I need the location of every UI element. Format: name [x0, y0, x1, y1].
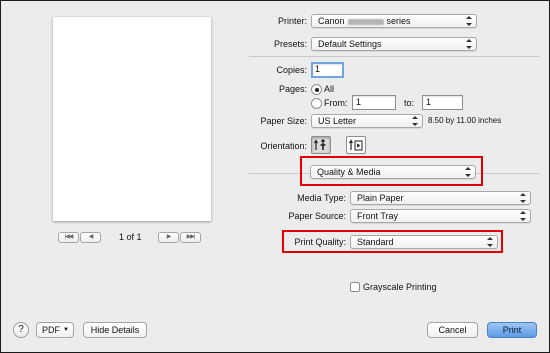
- help-button[interactable]: ?: [13, 322, 29, 338]
- grayscale-label: Grayscale Printing: [363, 282, 437, 292]
- presets-label: Presets:: [273, 39, 307, 49]
- media-type-popup[interactable]: Plain Paper: [350, 191, 531, 205]
- media-type-value: Plain Paper: [357, 193, 404, 203]
- first-page-button[interactable]: |◀◀: [58, 232, 79, 243]
- chevron-updown-icon: [466, 16, 472, 26]
- paper-size-popup[interactable]: US Letter: [311, 114, 423, 128]
- pages-to-field[interactable]: 1: [422, 95, 463, 110]
- section-highlight: [300, 156, 483, 186]
- page-counter: 1 of 1: [119, 232, 142, 242]
- copies-field[interactable]: 1: [311, 62, 344, 78]
- pages-all-label: All: [324, 84, 335, 94]
- printer-name-prefix: Canon: [318, 16, 345, 26]
- media-type-label: Media Type:: [297, 193, 346, 203]
- printer-popup[interactable]: Canon series: [311, 14, 477, 28]
- chevron-down-icon: ▼: [63, 327, 69, 333]
- chevron-updown-icon: [520, 193, 526, 203]
- printer-name-suffix: series: [386, 16, 411, 26]
- grayscale-checkbox[interactable]: [350, 282, 360, 292]
- hide-details-button[interactable]: Hide Details: [83, 322, 147, 338]
- paper-dimensions: 8.50 by 11.00 inches: [428, 116, 502, 125]
- last-page-button[interactable]: ▶▶|: [180, 232, 201, 243]
- orientation-landscape-button[interactable]: [346, 136, 366, 154]
- chevron-updown-icon: [412, 116, 418, 126]
- print-dialog: |◀◀ ◀ 1 of 1 ▶ ▶▶| Printer: Canon series …: [0, 0, 550, 353]
- portrait-icon: [313, 139, 326, 150]
- copies-label: Copies:: [276, 65, 307, 75]
- page-preview: [53, 17, 211, 221]
- paper-source-popup[interactable]: Front Tray: [350, 209, 531, 223]
- pages-from-field[interactable]: 1: [352, 95, 396, 110]
- pages-label: Pages:: [278, 84, 307, 94]
- redacted-model: [347, 18, 384, 25]
- pages-from-label: From:: [324, 98, 348, 108]
- paper-size-label: Paper Size:: [260, 116, 307, 126]
- pages-to-label: to:: [404, 98, 415, 108]
- next-page-button[interactable]: ▶: [158, 232, 179, 243]
- cancel-button[interactable]: Cancel: [427, 322, 478, 338]
- chevron-updown-icon: [520, 211, 526, 221]
- orientation-portrait-button[interactable]: [311, 136, 331, 154]
- printer-label: Printer:: [277, 16, 307, 26]
- separator: [249, 56, 539, 57]
- presets-value: Default Settings: [318, 39, 382, 49]
- print-button[interactable]: Print: [487, 322, 537, 338]
- pdf-label: PDF: [42, 325, 60, 335]
- paper-size-value: US Letter: [318, 116, 357, 126]
- presets-popup[interactable]: Default Settings: [311, 37, 477, 51]
- landscape-icon: [348, 139, 363, 151]
- pages-all-radio[interactable]: [311, 84, 322, 95]
- pages-from-radio[interactable]: [311, 98, 322, 109]
- pdf-menu-button[interactable]: PDF ▼: [36, 322, 74, 338]
- prev-page-button[interactable]: ◀: [80, 232, 101, 243]
- chevron-updown-icon: [466, 39, 472, 49]
- paper-source-label: Paper Source:: [288, 211, 346, 221]
- print-quality-highlight: [282, 230, 503, 253]
- orientation-label: Orientation:: [260, 141, 307, 151]
- paper-source-value: Front Tray: [357, 211, 399, 221]
